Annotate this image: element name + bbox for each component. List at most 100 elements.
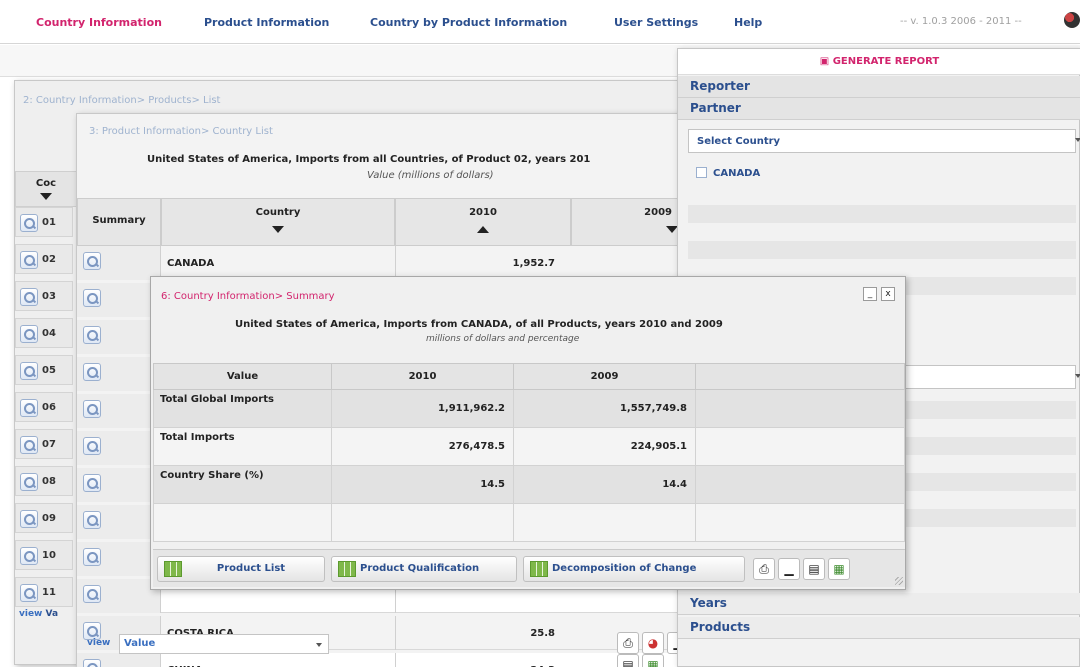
menu-product-information[interactable]: Product Information xyxy=(204,16,329,29)
menu-country-by-product[interactable]: Country by Product Information xyxy=(370,16,567,29)
country-select-value: Select Country xyxy=(697,136,781,147)
summary-cell xyxy=(77,505,161,539)
partner-section[interactable]: Partner xyxy=(678,98,1080,120)
table-row xyxy=(153,503,905,542)
year-2010-column-header[interactable]: 2010 xyxy=(395,198,571,246)
y2010-header-label: 2010 xyxy=(469,207,497,218)
magnifier-icon[interactable] xyxy=(20,362,38,380)
magnifier-icon[interactable] xyxy=(20,510,38,528)
summary-table: Value 2010 2009 Total Global Imports 1,9… xyxy=(153,363,905,542)
code-label: 01 xyxy=(42,217,56,228)
product-list-button[interactable]: Product List xyxy=(157,556,325,582)
empty-cell xyxy=(695,389,905,428)
generate-report-button[interactable]: ▣ GENERATE REPORT xyxy=(678,49,1080,75)
magnifier-icon[interactable] xyxy=(20,288,38,306)
decomposition-of-change-button[interactable]: Decomposition of Change xyxy=(523,556,745,582)
value-2010: 1,911,962.2 xyxy=(331,389,514,428)
list-stripe xyxy=(688,205,1076,223)
magnifier-icon[interactable] xyxy=(20,473,38,491)
code-label: 09 xyxy=(42,513,56,524)
export-icon[interactable]: ▤ xyxy=(803,558,825,580)
magnifier-icon[interactable] xyxy=(20,325,38,343)
summary-cell xyxy=(77,431,161,465)
value-column-header: Value xyxy=(153,363,332,390)
empty-cell xyxy=(695,427,905,466)
code-label: 06 xyxy=(42,402,56,413)
table-subtitle: Value (millions of dollars) xyxy=(367,170,494,181)
code-row[interactable]: 05 xyxy=(15,355,73,385)
product-qualification-button[interactable]: Product Qualification xyxy=(331,556,517,582)
country-select[interactable]: Select Country xyxy=(688,129,1080,153)
magnifier-icon[interactable] xyxy=(83,548,101,566)
magnifier-icon[interactable] xyxy=(20,584,38,602)
magnifier-icon[interactable] xyxy=(83,289,101,307)
products-section[interactable]: Products xyxy=(678,617,1080,639)
code-label: 03 xyxy=(42,291,56,302)
magnifier-icon[interactable] xyxy=(83,511,101,529)
magnifier-icon[interactable] xyxy=(83,474,101,492)
code-row[interactable]: 08 xyxy=(15,466,73,496)
country-column-header[interactable]: Country xyxy=(161,198,395,246)
sort-down-icon[interactable] xyxy=(272,226,284,233)
summary-cell xyxy=(77,468,161,502)
magnifier-icon[interactable] xyxy=(20,251,38,269)
chart-icon[interactable]: ▁ xyxy=(778,558,800,580)
close-icon[interactable]: x xyxy=(881,287,895,301)
magnifier-icon[interactable] xyxy=(20,547,38,565)
export-icon[interactable]: ▤ xyxy=(617,654,639,667)
pie-chart-icon[interactable]: ◕ xyxy=(642,632,664,654)
code-row[interactable]: 01 xyxy=(15,207,73,237)
code-header-label: Coc xyxy=(35,178,57,189)
minimize-icon[interactable]: _ xyxy=(863,287,877,301)
summary-subtitle: millions of dollars and percentage xyxy=(426,334,580,344)
code-row[interactable]: 07 xyxy=(15,429,73,459)
checkbox-icon[interactable] xyxy=(696,167,707,178)
empty-cell xyxy=(513,503,696,542)
magnifier-icon[interactable] xyxy=(20,436,38,454)
sort-down-icon[interactable] xyxy=(40,193,52,200)
summary-footer: Product List Product Qualification Decom… xyxy=(153,549,905,587)
code-row[interactable]: 02 xyxy=(15,244,73,274)
code-row[interactable]: 11 xyxy=(15,577,73,607)
magnifier-icon[interactable] xyxy=(83,363,101,381)
magnifier-icon[interactable] xyxy=(83,585,101,603)
year-2010-column-header: 2010 xyxy=(331,363,514,390)
print-icon[interactable]: ⎙ xyxy=(617,632,639,654)
summary-window: 6: Country Information> Summary _ x Unit… xyxy=(150,276,906,590)
excel-icon[interactable]: ▦ xyxy=(642,654,664,667)
view-select[interactable]: Value xyxy=(119,634,329,654)
summary-toolbar: ⎙ ▁ ▤ ▦ xyxy=(753,558,853,580)
menu-user-settings[interactable]: User Settings xyxy=(614,16,698,29)
magnifier-icon[interactable] xyxy=(83,400,101,418)
resize-handle[interactable] xyxy=(895,577,903,585)
menu-country-information[interactable]: Country Information xyxy=(36,16,162,29)
chevron-down-icon xyxy=(1075,374,1080,378)
code-row[interactable]: 06 xyxy=(15,392,73,422)
magnifier-icon[interactable] xyxy=(83,437,101,455)
magnifier-icon[interactable] xyxy=(20,399,38,417)
magnifier-icon[interactable] xyxy=(83,252,101,270)
reporter-section[interactable]: Reporter xyxy=(678,76,1080,98)
code-row[interactable]: 04 xyxy=(15,318,73,348)
magnifier-icon[interactable] xyxy=(83,326,101,344)
code-column-header[interactable]: Coc xyxy=(15,171,77,207)
menu-help[interactable]: Help xyxy=(734,16,762,29)
row-label: Total Imports xyxy=(153,427,332,466)
code-row[interactable]: 03 xyxy=(15,281,73,311)
code-row[interactable]: 10 xyxy=(15,540,73,570)
view-control[interactable]: view Va xyxy=(19,609,58,619)
excel-icon[interactable]: ▦ xyxy=(828,558,850,580)
magnifier-icon[interactable] xyxy=(83,659,101,667)
selected-country-item[interactable]: CANADA xyxy=(696,167,760,179)
code-label: 05 xyxy=(42,365,56,376)
summary-cell xyxy=(77,320,161,354)
print-icon[interactable]: ⎙ xyxy=(753,558,775,580)
code-row[interactable]: 09 xyxy=(15,503,73,533)
years-section[interactable]: Years xyxy=(678,593,1080,615)
sort-up-icon[interactable] xyxy=(477,226,489,233)
logo-icon xyxy=(1064,12,1080,28)
grid-icon xyxy=(164,561,182,577)
value-2010: 25.8 xyxy=(530,628,555,639)
magnifier-icon[interactable] xyxy=(20,214,38,232)
code-label: 11 xyxy=(42,587,56,598)
